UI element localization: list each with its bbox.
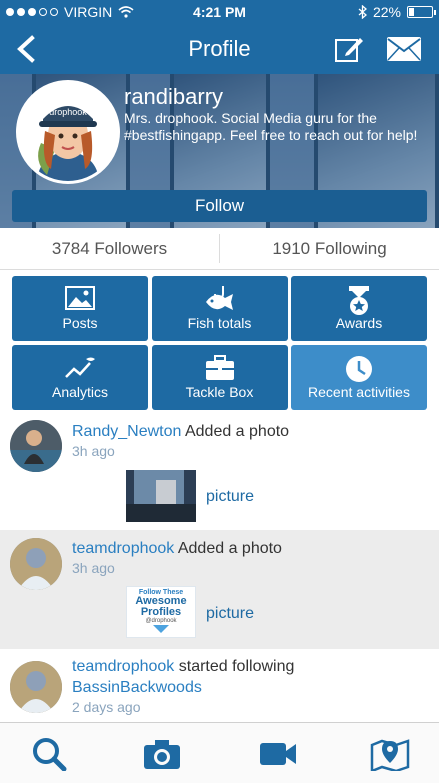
photo-thumbnail[interactable]: Follow These Awesome Profiles @drophook <box>126 586 196 638</box>
map-pin-icon[interactable] <box>370 737 410 771</box>
award-medal-icon <box>349 286 369 315</box>
recent-activities-button[interactable]: Recent activities <box>291 345 427 410</box>
status-right: 22% <box>358 4 436 20</box>
bluetooth-icon <box>358 5 367 19</box>
feed-timestamp: 2 days ago <box>72 699 141 715</box>
follow-button[interactable]: Follow <box>12 190 427 222</box>
attachment-label[interactable]: picture <box>206 605 254 623</box>
profile-bio: Mrs. drophook. Social Media guru for the… <box>124 110 418 143</box>
profile-avatar[interactable]: drophook <box>16 80 120 184</box>
feed-action: started following <box>178 658 295 675</box>
feed-user-link[interactable]: teamdrophook <box>72 658 174 675</box>
feed-user-link[interactable]: teamdrophook <box>72 540 174 557</box>
camera-icon[interactable] <box>142 737 182 771</box>
feed-user-link[interactable]: Randy_Newton <box>72 423 181 440</box>
navigation-bar: Profile <box>0 24 439 74</box>
user-avatar[interactable] <box>10 420 62 472</box>
analytics-button[interactable]: Analytics <box>12 345 148 410</box>
mail-icon[interactable] <box>386 36 422 62</box>
feed-action: Added a photo <box>177 540 282 557</box>
feed-timestamp: 3h ago <box>72 443 115 459</box>
posts-button[interactable]: Posts <box>12 276 148 341</box>
feed-timestamp: 3h ago <box>72 560 115 576</box>
photo-thumbnail[interactable] <box>126 470 196 522</box>
feed-target-link[interactable]: BassinBackwoods <box>72 679 202 696</box>
tackle-box-button[interactable]: Tackle Box <box>151 345 288 410</box>
feed-text: teamdrophook started following BassinBac… <box>72 656 342 698</box>
bottom-tab-bar <box>0 722 439 783</box>
feed-text: teamdrophook Added a photo <box>72 538 282 559</box>
search-icon[interactable] <box>30 737 70 771</box>
awards-label: Awards <box>335 315 383 331</box>
user-avatar[interactable] <box>10 661 62 713</box>
user-avatar[interactable] <box>10 538 62 590</box>
profile-menu-grid: Posts Fish totals Awards Analytics Tackl… <box>12 276 427 410</box>
thumb-caption: @drophook <box>145 618 177 624</box>
cap-logo: drophook <box>49 107 87 117</box>
thumb-caption: Profiles <box>140 606 182 618</box>
fish-totals-button[interactable]: Fish totals <box>151 276 288 341</box>
down-arrow-icon <box>153 625 169 633</box>
edit-icon[interactable] <box>334 34 364 64</box>
tackle-box-label: Tackle Box <box>185 384 254 400</box>
battery-icon <box>407 6 436 18</box>
attachment-label[interactable]: picture <box>206 488 254 506</box>
feed-text: Randy_Newton Added a photo <box>72 421 289 442</box>
fish-hook-icon <box>205 286 233 310</box>
feed-item[interactable]: teamdrophook started following BassinBac… <box>0 649 439 727</box>
activity-feed: Randy_Newton Added a photo 3h ago pictur… <box>0 412 439 727</box>
tackle-box-icon <box>205 355 234 380</box>
analytics-chart-icon <box>65 357 95 378</box>
feed-item[interactable]: Randy_Newton Added a photo 3h ago pictur… <box>0 412 439 530</box>
profile-username: randibarry <box>124 84 224 109</box>
status-bar: VIRGIN 4:21 PM 22% <box>0 0 439 24</box>
clock-icon <box>346 356 372 382</box>
fish-totals-label: Fish totals <box>187 315 252 331</box>
video-camera-icon[interactable] <box>258 737 298 771</box>
battery-fill <box>409 8 414 16</box>
follow-stats: 3784 Followers 1910 Following <box>0 228 439 270</box>
battery-percent: 22% <box>372 4 401 20</box>
image-icon <box>65 286 95 310</box>
page-title: Profile <box>188 36 251 61</box>
feed-item[interactable]: teamdrophook Added a photo 3h ago Follow… <box>0 530 439 649</box>
following-count[interactable]: 1910 Following <box>220 228 439 269</box>
profile-header: drophook randibarry Mrs. drophook. Socia… <box>0 74 439 228</box>
analytics-label: Analytics <box>51 384 109 400</box>
posts-label: Posts <box>62 315 98 331</box>
recent-activities-label: Recent activities <box>308 384 410 400</box>
followers-count[interactable]: 3784 Followers <box>0 228 219 269</box>
awards-button[interactable]: Awards <box>291 276 427 341</box>
feed-action: Added a photo <box>184 423 290 440</box>
